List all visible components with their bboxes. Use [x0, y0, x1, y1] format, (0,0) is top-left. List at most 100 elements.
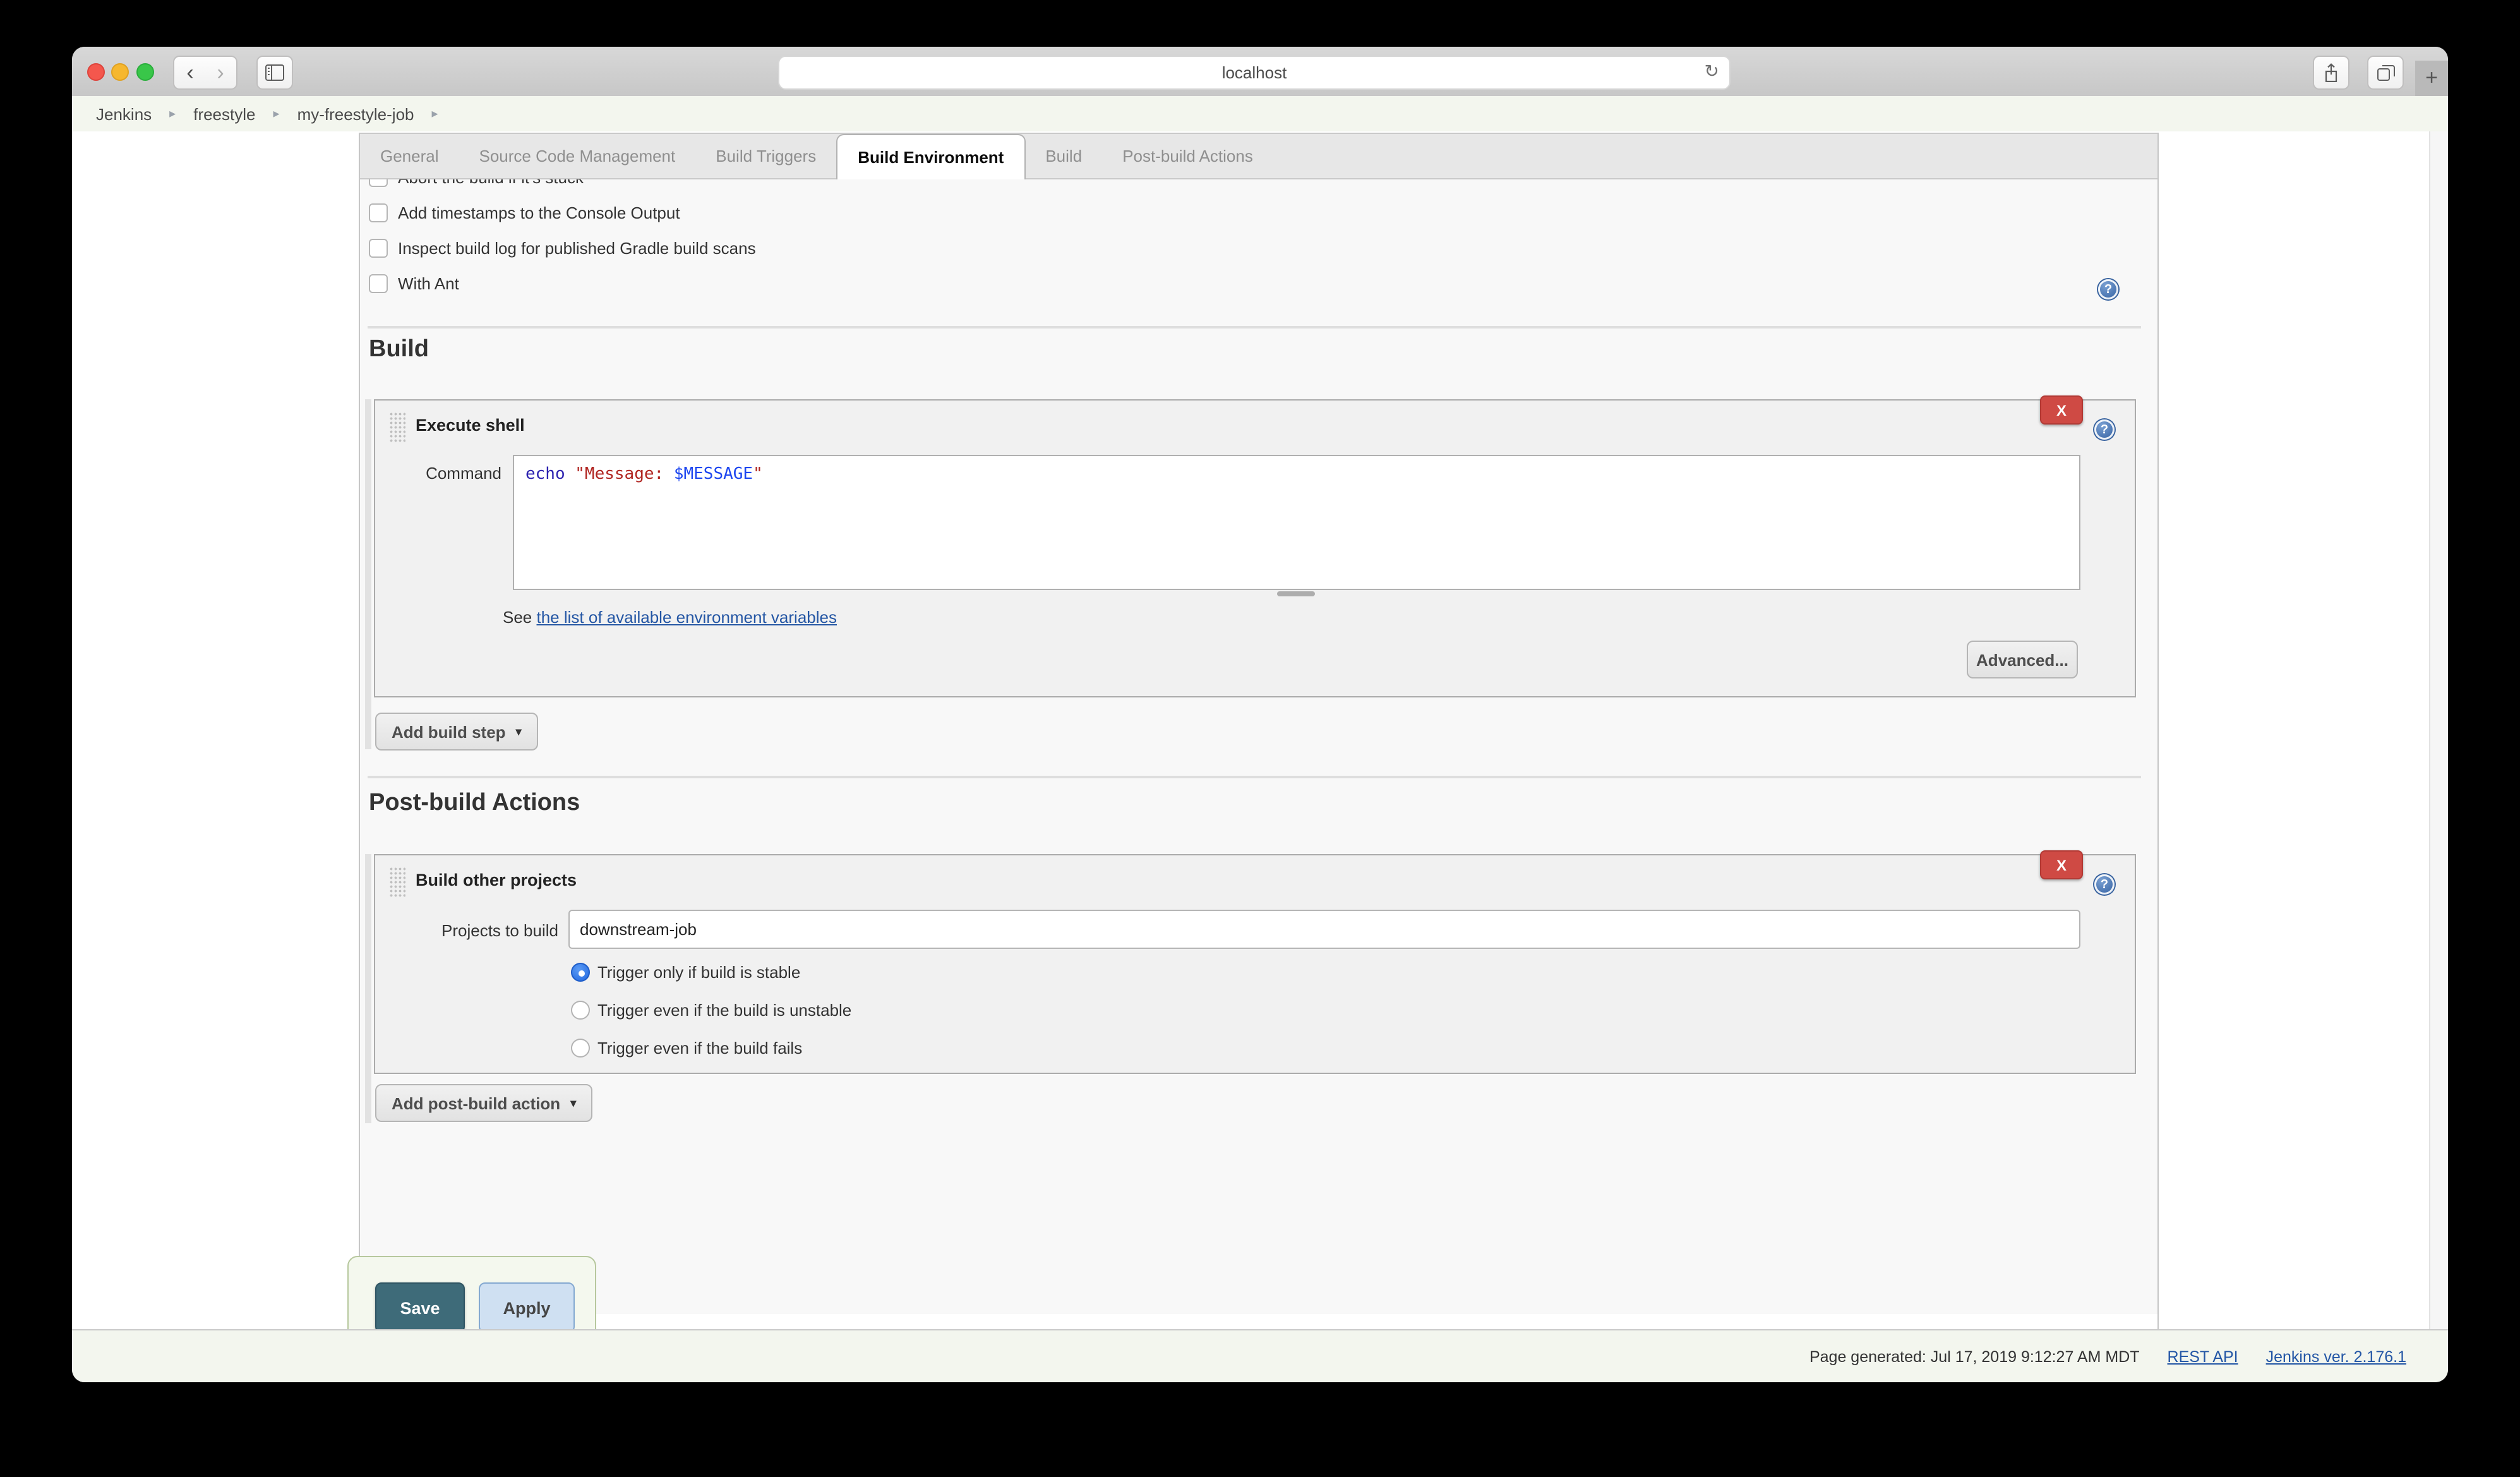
config-tab[interactable]: Build [1025, 134, 1102, 178]
env-vars-link[interactable]: the list of available environment variab… [537, 608, 837, 627]
checkbox-label: Add timestamps to the Console Output [398, 203, 680, 222]
add-postbuild-action-button[interactable]: Add post-build action ▾ [375, 1084, 592, 1122]
execute-shell-panel: Execute shell X ? Command echo "Message:… [374, 399, 2136, 697]
drag-handle-icon[interactable] [389, 867, 405, 897]
radio-row[interactable]: Trigger only if build is stable [571, 962, 800, 982]
breadcrumb-separator-icon: ▸ [273, 107, 280, 121]
checkbox[interactable] [369, 238, 388, 257]
breadcrumb: Jenkins ▸ freestyle ▸ my-freestyle-job ▸ [72, 96, 2448, 131]
build-environment-checkbox-list: Abort the build if it's stuck Add timest… [360, 179, 2157, 301]
tab-overview-button[interactable] [2367, 56, 2404, 90]
chevron-down-icon: ▾ [570, 1096, 576, 1110]
checkbox[interactable] [369, 179, 388, 186]
sidebar-toggle-button[interactable] [256, 56, 293, 90]
projects-to-build-label: Projects to build [407, 921, 558, 940]
code-token: echo [525, 465, 575, 484]
chevron-down-icon: ▾ [516, 725, 522, 738]
help-icon[interactable]: ? [2094, 874, 2115, 895]
config-tab[interactable]: Post-build Actions [1102, 134, 1273, 178]
tab-overview-icon [2377, 64, 2394, 81]
checkbox-row[interactable]: With Ant [369, 265, 2157, 301]
env-vars-note: See the list of available environment va… [503, 608, 837, 627]
advanced-button[interactable]: Advanced... [1967, 641, 2078, 678]
minimize-window-button[interactable] [111, 63, 129, 81]
radio-label: Trigger only if build is stable [597, 962, 800, 981]
code-token: "Message: [575, 465, 674, 484]
checkbox-label: Abort the build if it's stuck [398, 179, 584, 186]
checkbox-row[interactable]: Add timestamps to the Console Output [369, 195, 2157, 230]
radio-button[interactable] [571, 1000, 590, 1019]
browser-titlebar: ‹ › localhost ↻ + [72, 47, 2448, 97]
back-icon: ‹ [186, 60, 193, 85]
help-icon[interactable]: ? [2094, 419, 2115, 440]
footer: Page generated: Jul 17, 2019 9:12:27 AM … [72, 1329, 2448, 1382]
code-token: " [753, 465, 763, 484]
radio-button[interactable] [571, 1038, 590, 1057]
code-token: $MESSAGE [674, 465, 753, 484]
build-other-projects-panel: Build other projects X ? Projects to bui… [374, 854, 2136, 1074]
command-label: Command [398, 464, 501, 483]
delete-build-step-button[interactable]: X [2040, 395, 2083, 425]
section-divider [368, 776, 2141, 778]
add-postbuild-action-label: Add post-build action [392, 1094, 560, 1112]
help-icon[interactable]: ? [2098, 279, 2118, 299]
postbuild-section-heading: Post-build Actions [369, 790, 580, 817]
postbuild-actions-strip [365, 854, 371, 1123]
radio-button[interactable] [571, 962, 590, 981]
forward-icon: › [217, 60, 224, 85]
build-step-title: Execute shell [416, 401, 525, 451]
footer-generated-text: Page generated: Jul 17, 2019 9:12:27 AM … [1809, 1347, 2140, 1365]
build-steps-strip [365, 399, 371, 749]
drag-handle-icon[interactable] [389, 412, 405, 442]
config-tab[interactable]: General [360, 134, 459, 178]
checkbox[interactable] [369, 274, 388, 292]
add-build-step-label: Add build step [392, 722, 506, 741]
env-vars-note-prefix: See [503, 608, 537, 627]
postbuild-action-title: Build other projects [416, 855, 577, 906]
breadcrumb-separator-icon: ▸ [169, 107, 176, 121]
zoom-window-button[interactable] [136, 63, 154, 81]
config-tab[interactable]: Build Triggers [695, 134, 836, 178]
share-icon [2323, 63, 2339, 82]
close-window-button[interactable] [87, 63, 105, 81]
url-field[interactable]: localhost ↻ [778, 56, 1731, 90]
rest-api-link[interactable]: REST API [2168, 1347, 2238, 1365]
checkbox[interactable] [369, 203, 388, 222]
back-button[interactable]: ‹ [173, 56, 207, 90]
delete-postbuild-action-button[interactable]: X [2040, 850, 2083, 879]
breadcrumb-item[interactable]: my-freestyle-job [297, 104, 414, 123]
command-code-line: echo "Message: $MESSAGE" [525, 465, 2068, 484]
checkbox-label: Inspect build log for published Gradle b… [398, 238, 756, 257]
radio-row[interactable]: Trigger even if the build is unstable [571, 999, 851, 1020]
breadcrumb-separator-icon: ▸ [432, 107, 438, 121]
checkbox-row[interactable]: Inspect build log for published Gradle b… [369, 230, 2157, 265]
config-tab[interactable]: Source Code Management [459, 134, 696, 178]
forward-button[interactable]: › [205, 56, 237, 90]
checkbox-row[interactable]: Abort the build if it's stuck [369, 179, 2157, 195]
apply-button[interactable]: Apply [479, 1282, 575, 1333]
breadcrumb-item[interactable]: freestyle [193, 104, 255, 123]
radio-label: Trigger even if the build is unstable [597, 1000, 851, 1019]
config-tab[interactable]: Build Environment [836, 134, 1025, 179]
command-editor[interactable]: echo "Message: $MESSAGE" [513, 455, 2080, 590]
browser-window: ‹ › localhost ↻ + Jenkins ▸ freesty [72, 47, 2448, 1382]
screenshot-stage: ‹ › localhost ↻ + Jenkins ▸ freesty [0, 0, 2520, 1477]
scrollbar[interactable] [2429, 131, 2448, 1329]
page-body: General Source Code Management Build Tri… [72, 131, 2448, 1329]
config-panel: Abort the build if it's stuck Add timest… [360, 179, 2157, 1314]
reload-icon[interactable]: ↻ [1705, 61, 1719, 82]
url-text: localhost [1222, 63, 1287, 82]
breadcrumb-item[interactable]: Jenkins [96, 104, 152, 123]
jenkins-version-link[interactable]: Jenkins ver. 2.176.1 [2266, 1347, 2406, 1365]
sidebar-icon [265, 64, 284, 81]
radio-row[interactable]: Trigger even if the build fails [571, 1037, 802, 1058]
editor-resize-handle[interactable] [1277, 591, 1315, 596]
build-section-heading: Build [369, 336, 429, 364]
share-button[interactable] [2313, 56, 2349, 90]
projects-to-build-input[interactable] [568, 910, 2080, 949]
new-tab-button[interactable]: + [2415, 61, 2448, 96]
radio-label: Trigger even if the build fails [597, 1038, 802, 1057]
config-content: General Source Code Management Build Tri… [359, 133, 2159, 1363]
save-button[interactable]: Save [375, 1282, 465, 1333]
add-build-step-button[interactable]: Add build step ▾ [375, 713, 538, 751]
